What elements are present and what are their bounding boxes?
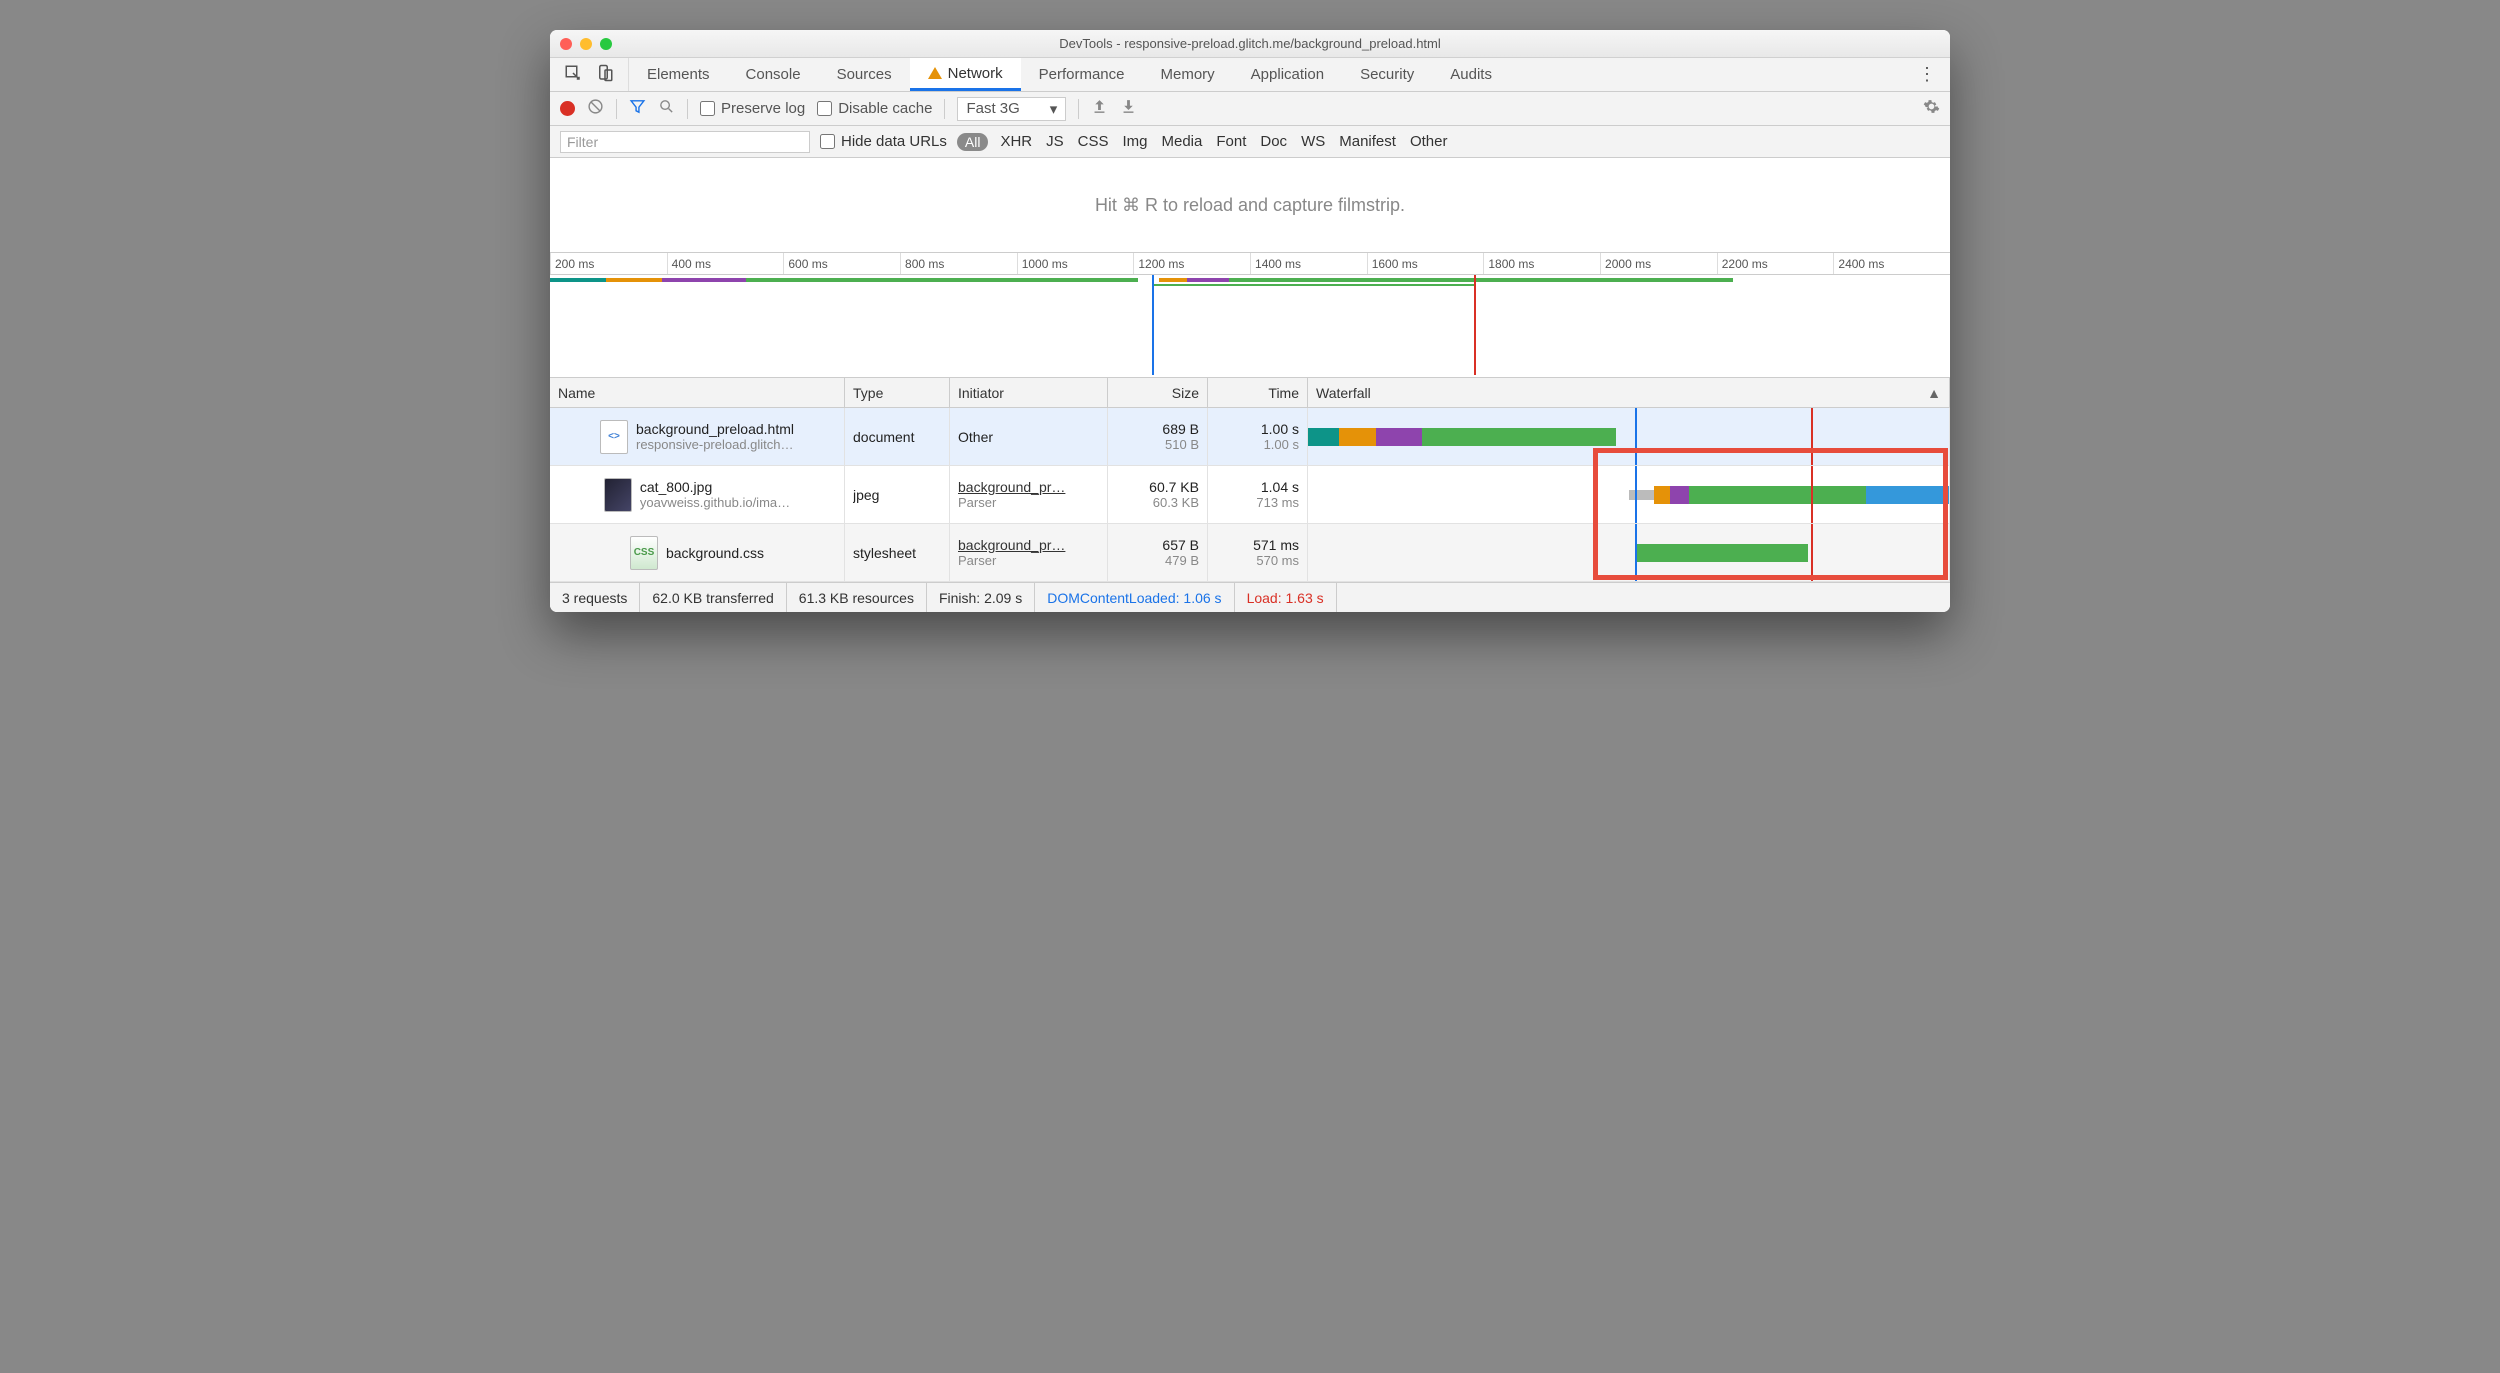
filter-bar: Filter Hide data URLs All XHR JS CSS Img… xyxy=(550,126,1950,158)
overview-ruler: 200 ms400 ms600 ms 800 ms1000 ms1200 ms … xyxy=(550,253,1950,275)
sort-arrow-icon: ▲ xyxy=(1927,385,1941,401)
request-name: background_preload.html xyxy=(636,421,794,437)
tab-sources[interactable]: Sources xyxy=(819,58,910,91)
request-row[interactable]: CSS background.css stylesheet background… xyxy=(550,524,1950,582)
status-requests: 3 requests xyxy=(550,583,640,612)
filter-type-js[interactable]: JS xyxy=(1044,133,1066,150)
filter-type-manifest[interactable]: Manifest xyxy=(1337,133,1398,150)
hide-data-urls-checkbox[interactable]: Hide data URLs xyxy=(820,133,947,150)
throttle-select[interactable]: Fast 3G▾ xyxy=(957,97,1066,121)
tab-application[interactable]: Application xyxy=(1233,58,1342,91)
preserve-log-checkbox[interactable]: Preserve log xyxy=(700,100,805,117)
network-toolbar: Preserve log Disable cache Fast 3G▾ xyxy=(550,92,1950,126)
device-icon[interactable] xyxy=(596,64,614,85)
request-name: background.css xyxy=(666,545,764,561)
table-header: Name Type Initiator Size Time Waterfall▲ xyxy=(550,378,1950,408)
filter-type-media[interactable]: Media xyxy=(1160,133,1205,150)
more-menu-icon[interactable]: ⋮ xyxy=(1904,64,1950,85)
col-name[interactable]: Name xyxy=(550,378,845,407)
request-name: cat_800.jpg xyxy=(640,479,790,495)
waterfall-cell xyxy=(1308,524,1950,581)
request-host: yoavweiss.github.io/ima… xyxy=(640,495,790,510)
tab-network[interactable]: Network xyxy=(910,58,1021,91)
status-resources: 61.3 KB resources xyxy=(787,583,927,612)
request-host: responsive-preload.glitch… xyxy=(636,437,794,452)
upload-har-icon[interactable] xyxy=(1091,98,1108,119)
settings-icon[interactable] xyxy=(1923,98,1940,119)
titlebar: DevTools - responsive-preload.glitch.me/… xyxy=(550,30,1950,58)
css-file-icon: CSS xyxy=(630,536,658,570)
request-row[interactable]: <> background_preload.html responsive-pr… xyxy=(550,408,1950,466)
window-title: DevTools - responsive-preload.glitch.me/… xyxy=(550,36,1950,51)
filter-type-img[interactable]: Img xyxy=(1120,133,1149,150)
filter-icon[interactable] xyxy=(629,98,646,119)
inspect-icon[interactable] xyxy=(564,64,582,85)
waterfall-cell xyxy=(1308,466,1950,523)
download-har-icon[interactable] xyxy=(1120,98,1137,119)
status-finish: Finish: 2.09 s xyxy=(927,583,1035,612)
devtools-window: DevTools - responsive-preload.glitch.me/… xyxy=(550,30,1950,612)
request-row[interactable]: cat_800.jpg yoavweiss.github.io/ima… jpe… xyxy=(550,466,1950,524)
filter-type-xhr[interactable]: XHR xyxy=(998,133,1034,150)
search-icon[interactable] xyxy=(658,98,675,119)
col-size[interactable]: Size xyxy=(1108,378,1208,407)
col-time[interactable]: Time xyxy=(1208,378,1308,407)
timeline-overview[interactable]: 200 ms400 ms600 ms 800 ms1000 ms1200 ms … xyxy=(550,253,1950,378)
tab-performance[interactable]: Performance xyxy=(1021,58,1143,91)
filter-type-ws[interactable]: WS xyxy=(1299,133,1327,150)
status-load: Load: 1.63 s xyxy=(1235,583,1337,612)
filter-input[interactable]: Filter xyxy=(560,131,810,153)
filmstrip-hint: Hit ⌘ R to reload and capture filmstrip. xyxy=(550,158,1950,253)
clear-icon[interactable] xyxy=(587,98,604,119)
tab-elements[interactable]: Elements xyxy=(629,58,728,91)
disable-cache-checkbox[interactable]: Disable cache xyxy=(817,100,932,117)
record-button[interactable] xyxy=(560,101,575,116)
filter-type-other[interactable]: Other xyxy=(1408,133,1450,150)
filter-type-font[interactable]: Font xyxy=(1214,133,1248,150)
filter-type-all[interactable]: All xyxy=(957,133,989,151)
status-transferred: 62.0 KB transferred xyxy=(640,583,786,612)
tab-audits[interactable]: Audits xyxy=(1432,58,1510,91)
waterfall-cell xyxy=(1308,408,1950,465)
filter-type-doc[interactable]: Doc xyxy=(1258,133,1289,150)
status-domcontentloaded: DOMContentLoaded: 1.06 s xyxy=(1035,583,1234,612)
image-file-icon xyxy=(604,478,632,512)
tab-memory[interactable]: Memory xyxy=(1143,58,1233,91)
col-type[interactable]: Type xyxy=(845,378,950,407)
warning-icon xyxy=(928,67,942,79)
col-initiator[interactable]: Initiator xyxy=(950,378,1108,407)
panel-tabs: Elements Console Sources Network Perform… xyxy=(550,58,1950,92)
col-waterfall[interactable]: Waterfall▲ xyxy=(1308,378,1950,407)
filter-type-css[interactable]: CSS xyxy=(1076,133,1111,150)
html-file-icon: <> xyxy=(600,420,628,454)
tab-security[interactable]: Security xyxy=(1342,58,1432,91)
status-bar: 3 requests 62.0 KB transferred 61.3 KB r… xyxy=(550,582,1950,612)
tab-console[interactable]: Console xyxy=(728,58,819,91)
chevron-down-icon: ▾ xyxy=(1050,100,1058,118)
